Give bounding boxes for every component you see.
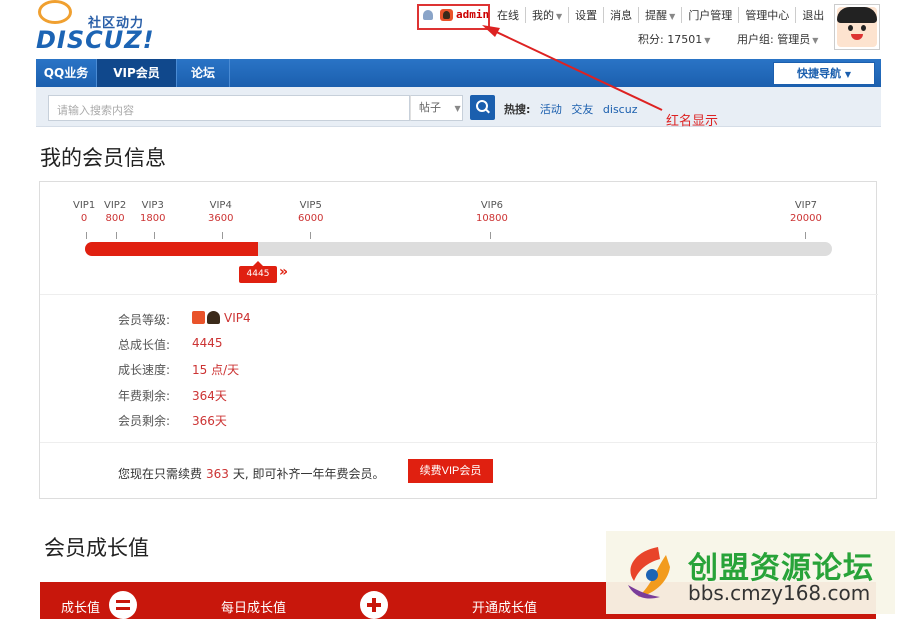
renew-notice: 您现在只需续费 363 天, 即可补齐一年年费会员。: [118, 467, 385, 481]
site-watermark: 创盟资源论坛 bbs.cmzy168.com: [606, 531, 895, 614]
search-type-select[interactable]: 帖子 ▼: [410, 95, 463, 121]
vip-badge-icon: [192, 311, 205, 324]
topnav-online[interactable]: 在线: [491, 7, 525, 23]
info-vip-level: 会员等级: VIP4: [118, 311, 251, 327]
topnav-logout[interactable]: 退出: [795, 7, 830, 23]
info-growth-speed: 成长速度: 15 点/天: [118, 363, 240, 377]
vip-level-marker: VIP2 800: [104, 200, 127, 224]
logo-bubble-icon: [38, 0, 72, 24]
avatar[interactable]: [834, 4, 880, 50]
watermark-url: bbs.cmzy168.com: [688, 581, 871, 605]
growth-item-label: 成长值: [61, 601, 101, 616]
discuz-logo[interactable]: 社区动力 DISCUZ!: [36, 0, 156, 54]
vip-badge-icon: [440, 9, 453, 21]
topnav-mine[interactable]: 我的 ▼: [525, 7, 568, 23]
growth-section-title: 会员成长值: [44, 536, 149, 560]
topnav-portal-admin[interactable]: 门户管理: [681, 7, 738, 23]
search-input[interactable]: 请输入搜索内容: [48, 95, 410, 121]
search-button[interactable]: [470, 95, 495, 120]
info-member-remaining: 会员剩余: 366天: [118, 414, 227, 428]
double-chevron-right-icon: »: [279, 264, 289, 280]
vip-level-marker: VIP3 1800: [140, 200, 166, 224]
hot-search: 热搜: 活动 交友 discuz: [504, 101, 643, 117]
vip-level-marker: VIP4 3600: [208, 200, 234, 224]
chevron-down-icon: ▼: [669, 12, 676, 21]
annotation-text: 红名显示: [666, 114, 719, 129]
growth-progress-fill: [85, 242, 258, 256]
chevron-down-icon: ▼: [556, 12, 563, 21]
user-icon: [423, 10, 433, 20]
usergroup-dropdown[interactable]: 用户组: 管理员 ▼: [737, 31, 818, 47]
member-info-panel: VIP1 0 VIP2 800 VIP3 1800 VIP4 3600 VIP5 6000…: [39, 181, 878, 499]
chevron-down-icon: ▼: [454, 104, 461, 113]
vip-avatar-icon: [207, 311, 220, 324]
quick-nav-button[interactable]: 快捷导航 ▼: [773, 62, 875, 85]
hot-term-link[interactable]: discuz: [603, 103, 638, 116]
credits-dropdown[interactable]: 积分: 17501 ▼: [638, 31, 710, 47]
watermark-logo-icon: [628, 547, 670, 599]
vip-level-marker: VIP5 6000: [298, 200, 324, 224]
plus-icon: [360, 591, 388, 619]
page-title: 我的会员信息: [40, 146, 166, 170]
growth-item-label: 每日成长值: [221, 601, 287, 616]
chevron-down-icon: ▼: [704, 36, 711, 45]
equals-icon: [109, 591, 137, 619]
topnav-settings[interactable]: 设置: [568, 7, 603, 23]
vip-level-scale: VIP1 0 VIP2 800 VIP3 1800 VIP4 3600 VIP5 6000…: [40, 182, 878, 283]
vip-level-marker: VIP1 0: [73, 200, 96, 224]
current-growth-marker: 4445: [239, 261, 277, 283]
info-annual-remaining: 年费剩余: 364天: [118, 389, 227, 403]
hot-term-link[interactable]: 交友: [571, 103, 593, 116]
topnav-messages[interactable]: 消息: [603, 7, 638, 23]
chevron-down-icon: ▼: [812, 36, 819, 45]
nav-vip-member[interactable]: VIP会员: [97, 59, 177, 87]
growth-item-label: 开通成长值: [472, 601, 538, 616]
vip-level-marker: VIP6 10800: [476, 200, 508, 224]
vip-level-marker: VIP7 20000: [790, 200, 822, 224]
logo-brand: DISCUZ!: [36, 26, 155, 54]
username-link[interactable]: admin: [456, 8, 489, 21]
main-nav-bar: QQ业务 VIP会员 论坛: [36, 59, 881, 87]
info-total-growth: 总成长值: 4445: [118, 336, 223, 352]
top-user-nav: 在线 我的 ▼ 设置 消息 提醒 ▼ 门户管理 管理中心 退出: [491, 7, 830, 23]
nav-qq-business[interactable]: QQ业务: [36, 59, 97, 87]
nav-forum[interactable]: 论坛: [177, 59, 230, 87]
hot-search-label: 热搜:: [504, 103, 531, 116]
hot-term-link[interactable]: 活动: [540, 103, 562, 116]
topnav-admin-center[interactable]: 管理中心: [738, 7, 795, 23]
topnav-reminders[interactable]: 提醒 ▼: [638, 7, 681, 23]
renew-vip-button[interactable]: 续费VIP会员: [408, 459, 493, 483]
